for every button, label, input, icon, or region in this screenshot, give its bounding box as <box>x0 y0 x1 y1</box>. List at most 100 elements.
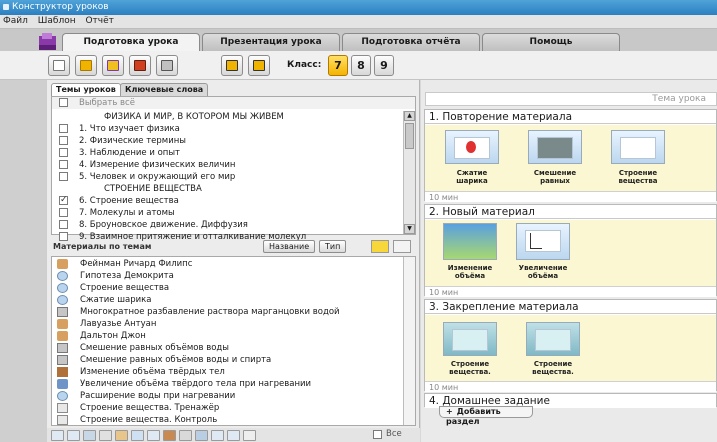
subtab-keywords[interactable]: Ключевые слова <box>120 83 209 96</box>
filter-experiment-icon[interactable] <box>99 430 112 441</box>
material-thumbnail[interactable] <box>445 130 499 164</box>
filter-model-icon[interactable] <box>147 430 160 441</box>
filter-table-icon[interactable] <box>227 430 240 441</box>
scroll-up-arrow-icon[interactable]: ▲ <box>404 111 415 121</box>
topic-row[interactable]: 3. Наблюдение и опыт <box>52 147 402 159</box>
new-document-icon <box>53 60 65 71</box>
topic-row[interactable]: 6. Строение вещества <box>52 195 402 207</box>
filter-simulation-icon[interactable] <box>195 430 208 441</box>
topic-row[interactable]: 1. Что изучает физика <box>52 123 402 135</box>
new-button[interactable] <box>48 55 70 76</box>
subtab-lesson-topics[interactable]: Темы уроков <box>51 83 121 96</box>
class-7-button[interactable]: 7 <box>328 55 348 76</box>
material-item[interactable]: Многократное разбавление раствора марган… <box>52 306 402 318</box>
filter-play-icon[interactable] <box>131 430 144 441</box>
topic-checkbox[interactable] <box>59 172 68 181</box>
copy-button[interactable] <box>221 55 243 76</box>
filter-portrait-icon[interactable] <box>115 430 128 441</box>
all-filter-checkbox[interactable] <box>373 430 382 439</box>
sort-by-name-button[interactable]: Название <box>263 240 316 253</box>
material-item[interactable]: Смешение равных объёмов воды и спирта <box>52 354 402 366</box>
select-all-row[interactable]: Выбрать всё <box>52 97 415 109</box>
plus-icon: + <box>446 407 453 416</box>
paste-button[interactable] <box>248 55 270 76</box>
material-thumbnail[interactable] <box>516 223 570 260</box>
material-thumbnail[interactable] <box>443 223 497 260</box>
topic-row[interactable]: 5. Человек и окружающий его мир <box>52 171 402 183</box>
wizard-button[interactable] <box>102 55 124 76</box>
select-all-checkbox[interactable] <box>59 98 68 107</box>
slide-preview <box>525 230 561 252</box>
material-caption: Сжатие шарика <box>456 169 488 185</box>
topic-checkbox[interactable] <box>59 124 68 133</box>
topic-checkbox[interactable] <box>59 136 68 145</box>
materials-title: Материалы по темам <box>53 242 152 251</box>
list-view-icon[interactable] <box>371 240 389 253</box>
topics-scrollbar[interactable]: ▲ ▼ <box>403 111 415 234</box>
class-8-button[interactable]: 8 <box>351 55 371 76</box>
section-review[interactable]: 1. Повторение материала Сжатие шарика См… <box>424 109 717 202</box>
add-section-button[interactable]: + Добавить раздел <box>439 406 533 426</box>
material-thumbnail[interactable] <box>443 322 497 356</box>
scroll-thumb[interactable] <box>405 123 414 149</box>
material-item[interactable]: Лавуазье Антуан <box>52 318 402 330</box>
section-duration[interactable]: 10 мин <box>425 286 716 297</box>
section-title: 2. Новый материал <box>425 205 716 219</box>
section-duration[interactable]: 10 мин <box>425 191 716 202</box>
material-item[interactable]: Дальтон Джон <box>52 330 402 342</box>
print-button[interactable] <box>156 55 178 76</box>
open-button[interactable] <box>75 55 97 76</box>
material-item[interactable]: Строение вещества. Контроль <box>52 414 402 426</box>
filter-text-icon[interactable] <box>243 430 256 441</box>
material-item[interactable]: Расширение воды при нагревании <box>52 390 402 402</box>
topic-row[interactable]: 4. Измерение физических величин <box>52 159 402 171</box>
topic-row[interactable]: 8. Броуновское движение. Диффузия <box>52 219 402 231</box>
section-duration[interactable]: 10 мин <box>425 381 716 392</box>
topic-row[interactable]: 7. Молекулы и атомы <box>52 207 402 219</box>
topic-checkbox[interactable] <box>59 220 68 229</box>
section-consolidation[interactable]: 3. Закрепление материала Строение вещест… <box>424 299 717 392</box>
material-thumbnail[interactable] <box>526 322 580 356</box>
filter-animation-icon[interactable] <box>163 430 176 441</box>
class-9-button[interactable]: 9 <box>374 55 394 76</box>
topic-group-header[interactable]: ФИЗИКА И МИР, В КОТОРОМ МЫ ЖИВЕМ <box>52 111 402 123</box>
menu-report[interactable]: Отчёт <box>85 16 113 26</box>
filter-chart-icon[interactable] <box>211 430 224 441</box>
material-caption: Строение вещества <box>618 169 658 185</box>
topic-group-header[interactable]: СТРОЕНИЕ ВЕЩЕСТВА <box>52 183 402 195</box>
tab-lesson-presentation[interactable]: Презентация урока <box>202 33 340 51</box>
sort-by-type-button[interactable]: Тип <box>319 240 347 253</box>
tab-help[interactable]: Помощь <box>482 33 620 51</box>
material-item[interactable]: Сжатие шарика <box>52 294 402 306</box>
menu-file[interactable]: Файл <box>3 16 28 26</box>
material-item[interactable]: Смешение равных объёмов воды <box>52 342 402 354</box>
material-item[interactable]: Гипотеза Демокрита <box>52 270 402 282</box>
material-thumbnail[interactable] <box>528 130 582 164</box>
filter-video-icon[interactable] <box>83 430 96 441</box>
tab-lesson-preparation[interactable]: Подготовка урока <box>62 33 200 52</box>
filter-test2-icon[interactable] <box>67 430 80 441</box>
material-thumbnail[interactable] <box>611 130 665 164</box>
materials-scrollbar[interactable] <box>403 257 415 425</box>
filter-image-icon[interactable] <box>179 430 192 441</box>
topic-checkbox[interactable] <box>59 148 68 157</box>
save-button[interactable] <box>129 55 151 76</box>
class-label: Класс: <box>287 60 322 70</box>
section-new-material[interactable]: 2. Новый материал Изменение объёма Увели… <box>424 204 717 297</box>
lesson-topic-field[interactable]: Тема урока <box>425 92 717 106</box>
filter-test-icon[interactable] <box>51 430 64 441</box>
material-item[interactable]: Изменение объёма твёрдых тел <box>52 366 402 378</box>
menu-template[interactable]: Шаблон <box>38 16 76 26</box>
tab-report-preparation[interactable]: Подготовка отчёта <box>342 33 480 51</box>
material-item[interactable]: Увеличение объёма твёрдого тела при нагр… <box>52 378 402 390</box>
topic-checkbox[interactable] <box>59 160 68 169</box>
grid-view-icon[interactable] <box>393 240 411 253</box>
material-item[interactable]: Строение вещества <box>52 282 402 294</box>
topic-row[interactable]: 2. Физические термины <box>52 135 402 147</box>
material-item[interactable]: Строение вещества. Тренажёр <box>52 402 402 414</box>
section-homework[interactable]: 4. Домашнее задание <box>424 393 717 408</box>
scroll-down-arrow-icon[interactable]: ▼ <box>404 224 415 234</box>
topic-checkbox[interactable] <box>59 195 68 206</box>
material-item[interactable]: Фейнман Ричард Филипс <box>52 258 402 270</box>
topic-checkbox[interactable] <box>59 208 68 217</box>
